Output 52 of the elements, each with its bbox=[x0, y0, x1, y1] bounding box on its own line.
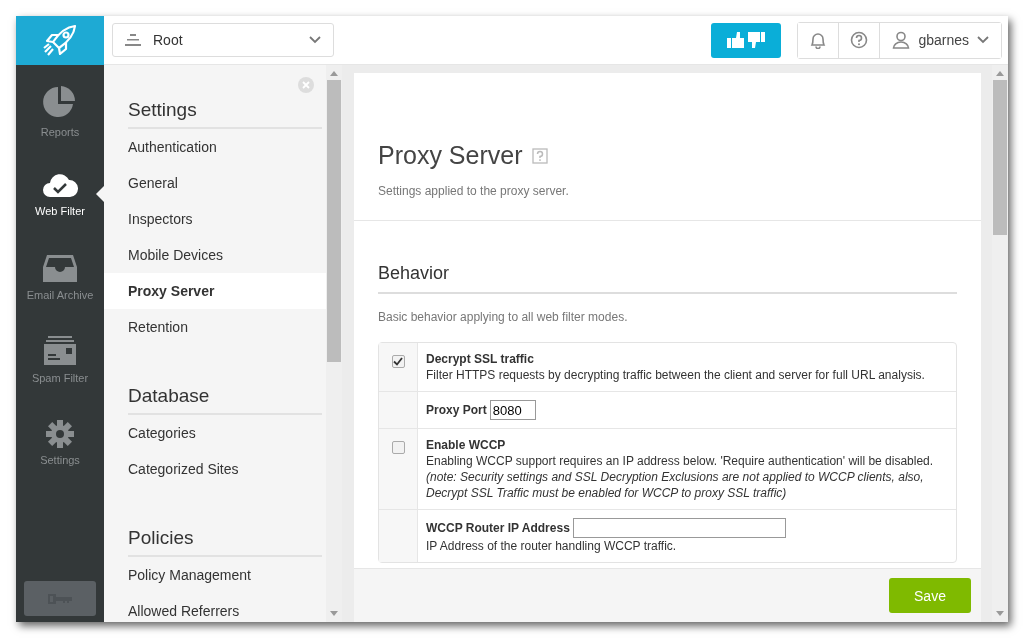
scrollbar[interactable] bbox=[326, 65, 342, 622]
input-field[interactable]: 8080 bbox=[489, 400, 536, 420]
nav-section-heading: Policies bbox=[128, 521, 322, 557]
feedback-button[interactable] bbox=[711, 22, 782, 58]
field-label: WCCP Router IP Address bbox=[426, 520, 570, 536]
option-label: Enable WCCP bbox=[426, 437, 507, 453]
nav-item[interactable]: General bbox=[104, 165, 326, 201]
nav-item[interactable]: Allowed Referrers bbox=[104, 593, 326, 622]
thumbs-up-down-icon bbox=[727, 31, 766, 49]
close-icon bbox=[302, 81, 310, 89]
mail-stack-icon bbox=[44, 335, 76, 366]
nav-item[interactable]: Inspectors bbox=[104, 201, 326, 237]
tree-icon bbox=[125, 34, 141, 46]
nav-item[interactable]: Categorized Sites bbox=[104, 451, 326, 487]
rocket-logo[interactable] bbox=[16, 16, 104, 65]
section-heading: Behavior bbox=[378, 263, 957, 294]
nav-item[interactable]: Mobile Devices bbox=[104, 237, 326, 273]
notifications-button[interactable] bbox=[798, 22, 840, 58]
chevron-down-icon bbox=[977, 36, 989, 44]
checkbox[interactable] bbox=[391, 355, 405, 368]
rail-nav-item[interactable]: Settings bbox=[16, 401, 104, 484]
page-subtitle: Settings applied to the proxy server. bbox=[378, 184, 570, 198]
option-label: Decrypt SSL traffic bbox=[426, 351, 535, 367]
section-description: Basic behavior applying to all web filter modes. bbox=[378, 310, 629, 324]
rail-nav-item[interactable]: Email Archive bbox=[16, 235, 104, 318]
option-description: Filter HTTPS requests by decrypting traffic between the client and server for full URL analysis. bbox=[426, 367, 926, 383]
nav-item[interactable]: Proxy Server bbox=[104, 273, 326, 309]
chevron-down-icon bbox=[309, 36, 321, 44]
checkbox[interactable] bbox=[391, 441, 405, 454]
root-dropdown[interactable]: Root bbox=[112, 23, 334, 57]
field-label: Proxy Port bbox=[426, 402, 487, 418]
rail-nav-item[interactable]: Web Filter bbox=[16, 152, 104, 235]
nav-item[interactable]: Policy Management bbox=[104, 557, 326, 593]
nav-item[interactable]: Retention bbox=[104, 309, 326, 345]
nav-section-heading: Database bbox=[128, 379, 322, 415]
nav-item[interactable]: Categories bbox=[104, 415, 326, 451]
close-button[interactable] bbox=[298, 77, 314, 93]
rail-nav-item[interactable]: Reports bbox=[16, 69, 104, 152]
inbox-tray-icon bbox=[43, 252, 77, 283]
pie-chart-icon bbox=[42, 83, 78, 120]
nav-section-heading: Settings bbox=[128, 93, 322, 129]
option-note: (note: Security settings and SSL Decryption Exclusions are not applied to WCCP clients, also, Decrypt SSL Traffic must be enabled for WCCP to proxy SSL traffic) bbox=[426, 469, 925, 501]
bell-icon bbox=[809, 31, 828, 49]
nav-item[interactable]: Authentication bbox=[104, 129, 326, 165]
rail-nav-item[interactable]: Spam Filter bbox=[16, 318, 104, 401]
help-icon bbox=[850, 31, 869, 49]
user-icon bbox=[892, 31, 911, 49]
page-title: Proxy Server bbox=[378, 141, 523, 170]
help-icon bbox=[532, 147, 549, 164]
option-description: Enabling WCCP support requires an IP address below. 'Require authentication' will be disabled. bbox=[426, 453, 935, 469]
option-description: IP Address of the router handling WCCP traffic. bbox=[426, 538, 678, 554]
input-field[interactable] bbox=[572, 518, 786, 538]
